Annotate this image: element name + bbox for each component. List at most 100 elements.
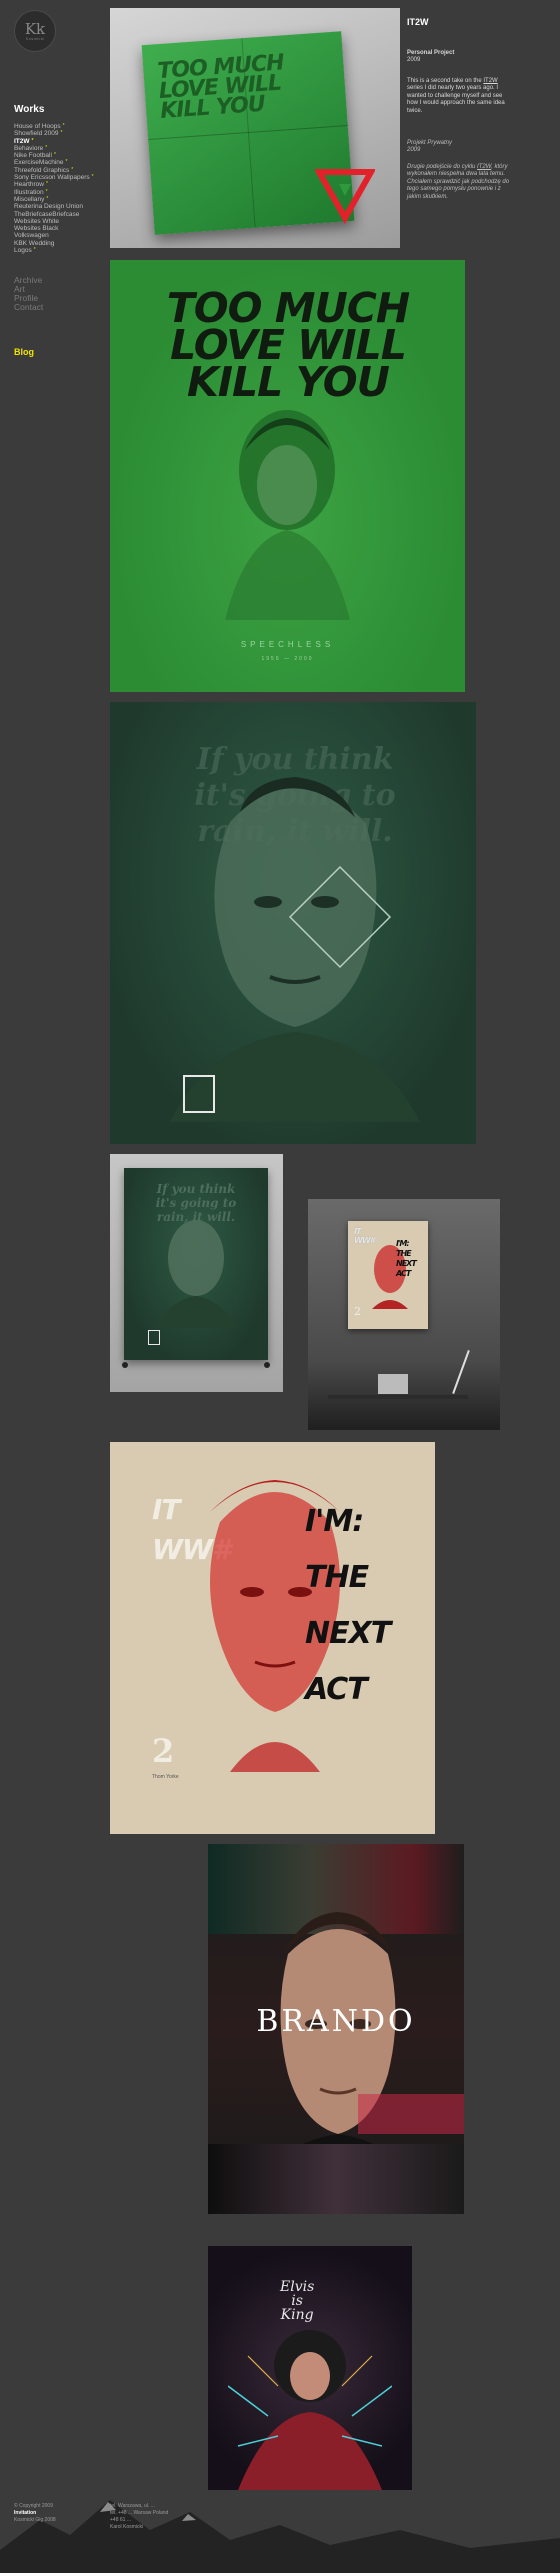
works-item[interactable]: Websites White: [14, 218, 94, 225]
secondary-nav: Archive Art Profile Contact: [14, 276, 43, 312]
mini-portrait: [154, 1220, 238, 1328]
footer-invitation[interactable]: Invitation: [14, 2510, 56, 2517]
works-item-label: Illustration: [14, 188, 44, 196]
works-item[interactable]: House of Hoops *: [14, 123, 94, 130]
works-heading: Works: [14, 104, 45, 115]
works-item[interactable]: IT2W *: [14, 138, 94, 145]
mini-poster: If you think it's going to rain, it will…: [124, 1168, 268, 1360]
description-pl-text: Drugie podejście do cyklu: [407, 164, 478, 170]
new-star-icon: *: [45, 188, 48, 195]
works-item[interactable]: Illustration *: [14, 189, 94, 196]
project-year: 2009: [407, 57, 421, 64]
quote-line-1: If you think: [156, 1182, 236, 1196]
logo[interactable]: Kk Kosmicki: [14, 10, 56, 52]
works-item[interactable]: ExerciseMachine *: [14, 159, 94, 166]
lamp-arm: [452, 1350, 470, 1394]
it2w-link-pl[interactable]: IT2W: [477, 164, 491, 170]
works-item[interactable]: KBK Wedding: [14, 240, 94, 247]
new-star-icon: *: [31, 137, 34, 144]
poster-right-words: I'M: THE NEXT ACT: [305, 1494, 391, 1718]
new-star-icon: *: [62, 123, 65, 129]
project-type: Personal Project 2009: [407, 50, 512, 65]
new-star-icon: *: [33, 247, 36, 254]
it2w-link[interactable]: IT2W: [483, 78, 497, 84]
footer-col-2: tel. Warszawa, ul. ... tel. +48 ... Wars…: [110, 2503, 168, 2531]
footer-name: Karol Kosmicki: [110, 2524, 144, 2530]
poster-credit: Thom Yorke: [152, 1774, 179, 1780]
word-is: is: [291, 2293, 303, 2309]
works-item[interactable]: Websites Black: [14, 225, 94, 232]
artwork-poster-mockup[interactable]: If you think it's going to rain, it will…: [110, 1154, 283, 1392]
footer-copyright: © Copyright 2009: [14, 2503, 53, 2509]
poster-headline: TOO MUCH LOVE WILL KILL YOU: [157, 50, 287, 124]
project-type-pl-label: Projekt Prywatny: [407, 140, 453, 146]
works-item[interactable]: Logos *: [14, 247, 94, 254]
description-en-text: This is a second take on the: [407, 78, 484, 84]
works-item[interactable]: Behaviore *: [14, 145, 94, 152]
project-type-label: Personal Project: [407, 50, 455, 56]
word-elvis: Elvis: [280, 2279, 315, 2295]
footer-gig: Kosmicki Gig 2008: [14, 2517, 56, 2523]
nav-contact[interactable]: Contact: [14, 303, 43, 312]
works-item[interactable]: Hearthrow *: [14, 181, 94, 188]
works-item[interactable]: Sony Ericsson Wallpapers *: [14, 174, 94, 181]
project-description-en: This is a second take on the IT2W series…: [407, 78, 512, 115]
word-im: I'M:: [396, 1239, 410, 1248]
works-item-label: KBK Wedding: [14, 239, 55, 247]
works-item[interactable]: Showfield 2009 *: [14, 130, 94, 137]
poster-headline: TOO MUCH LOVE WILL KILL YOU: [138, 288, 438, 403]
new-star-icon: *: [45, 181, 48, 188]
wall-poster: IT WW# I'M: THE NEXT ACT 2: [348, 1221, 428, 1329]
portrait-illustration: [170, 777, 420, 1122]
works-item[interactable]: Reuterina Design Union: [14, 203, 94, 210]
project-description-pl: Drugie podejście do cyklu IT2W, który wy…: [407, 164, 512, 201]
artwork-brando[interactable]: BRANDO: [208, 1844, 464, 2214]
artwork-dark-green-portrait[interactable]: If you think it's going to rain, it will…: [110, 702, 476, 1144]
glitch-block: [358, 2094, 464, 2134]
artwork-green-poster-photo[interactable]: TOO MUCH LOVE WILL KILL YOU: [110, 8, 400, 248]
works-item-label: Sony Ericsson Wallpapers: [14, 174, 90, 182]
project-title: IT2W: [407, 17, 429, 27]
works-item[interactable]: Nike Football *: [14, 152, 94, 159]
works-item-label: Behaviore: [14, 144, 44, 152]
artwork-room-photo[interactable]: IT WW# I'M: THE NEXT ACT 2: [308, 1199, 500, 1430]
works-item[interactable]: TheBriefcaseBriefcase: [14, 211, 94, 218]
artwork-next-act-poster[interactable]: IT WW# I'M: THE NEXT ACT 2 Thom Yorke: [110, 1442, 435, 1834]
footer-col-1: © Copyright 2009 Invitation Kosmicki Gig…: [14, 2503, 56, 2524]
poster-footer-title: SPEECHLESS: [240, 640, 335, 649]
works-item-label: Volkswagen: [14, 232, 49, 240]
poster-footer-years: 1956 — 2009: [261, 656, 314, 662]
works-item-label: ExerciseMachine: [14, 159, 64, 167]
project-year-pl: 2009: [407, 147, 421, 154]
works-item[interactable]: Threefold Graphics *: [14, 167, 94, 174]
new-star-icon: *: [45, 144, 48, 151]
desk-monitor: [378, 1374, 408, 1394]
works-item[interactable]: Volkswagen: [14, 232, 94, 239]
description-en-rest: series I did nearly two years ago. I wan…: [407, 85, 505, 114]
footer-mountain-silhouette: [0, 2500, 560, 2573]
white-square-frame: [183, 1075, 215, 1113]
works-item-label: Nike Football: [14, 152, 52, 160]
artwork-too-much-love[interactable]: TOO MUCH LOVE WILL KILL YOU SPEECHLESS 1…: [110, 260, 465, 692]
new-star-icon: *: [91, 174, 94, 181]
white-square-frame: [148, 1330, 160, 1345]
word-king: King: [280, 2307, 314, 2323]
new-star-icon: *: [46, 195, 49, 202]
word-act: ACT: [396, 1269, 411, 1278]
poster-number: 2: [152, 1732, 175, 1770]
works-item-label: Miscellany: [14, 195, 45, 203]
new-star-icon: *: [65, 159, 68, 166]
poster-words: Elvis is King: [280, 2280, 314, 2322]
portrait-illustration: [228, 2330, 392, 2490]
artwork-elvis-is-king[interactable]: Elvis is King: [208, 2246, 412, 2490]
works-item-label: Websites Black: [14, 225, 59, 233]
logo-mark: Kk: [24, 19, 46, 38]
footer-phone: +48 61 ...: [110, 2517, 131, 2523]
word-act: ACT: [305, 1672, 368, 1707]
works-item[interactable]: Miscellany *: [14, 196, 94, 203]
footer-address-2: tel. +48 ... Warsaw Poland: [110, 2510, 169, 2516]
nav-blog[interactable]: Blog: [14, 347, 34, 357]
pin-right: [264, 1362, 270, 1368]
works-item-label: Logos: [14, 247, 32, 255]
new-star-icon: *: [71, 166, 74, 173]
